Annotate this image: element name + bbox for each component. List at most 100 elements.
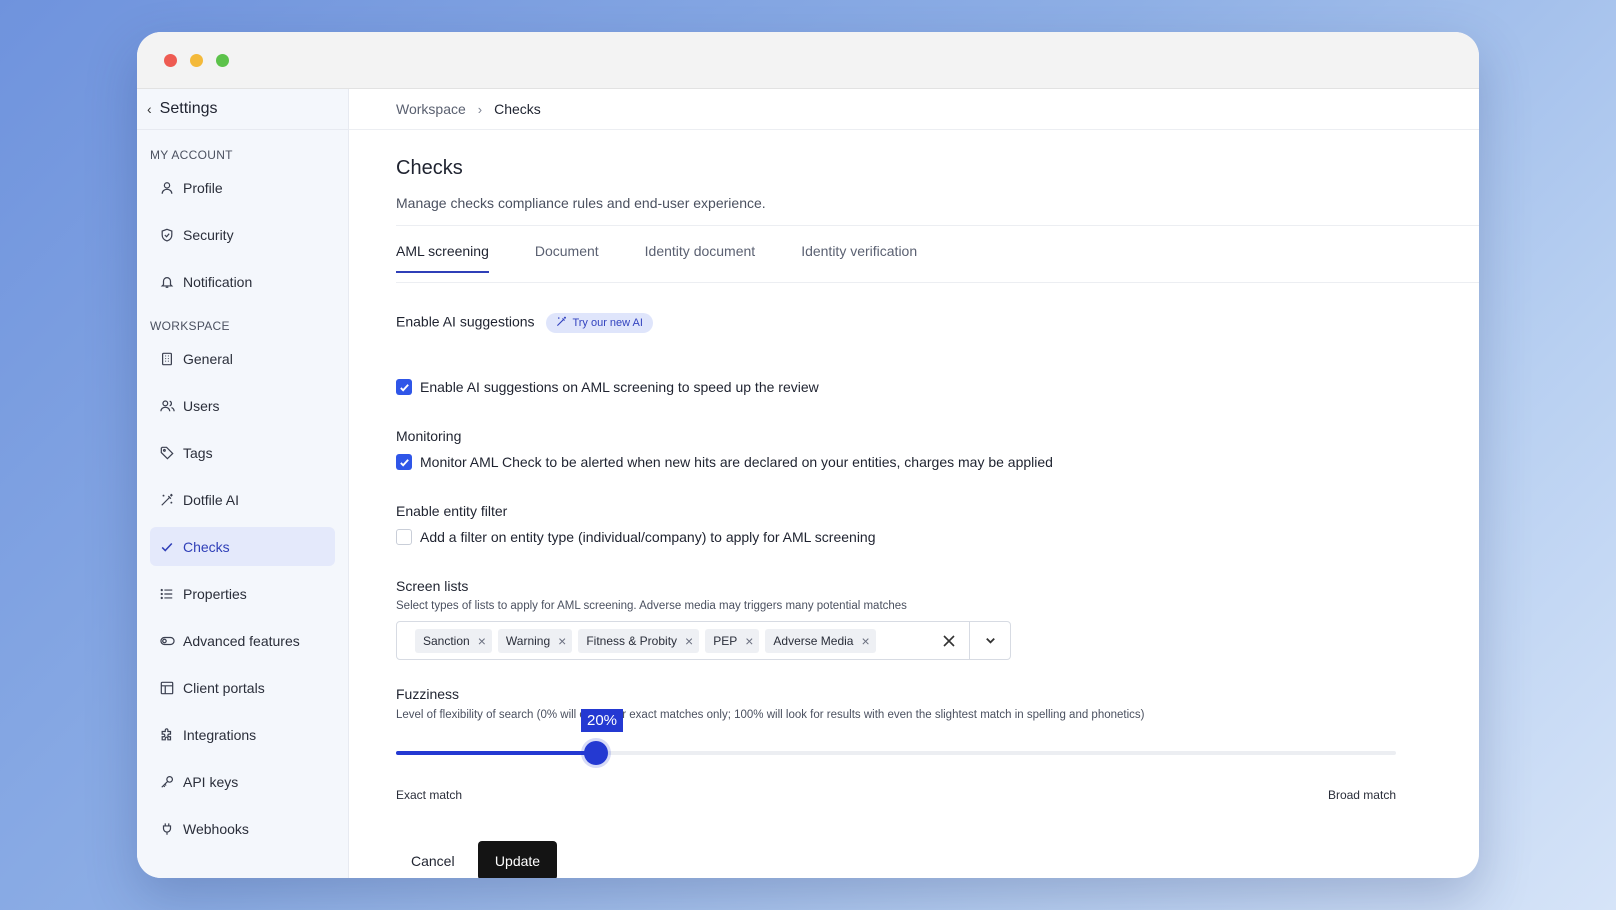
ai-suggestions-title: Enable AI suggestions	[396, 313, 535, 330]
sidebar-item-advanced-features[interactable]: Advanced features	[150, 621, 335, 660]
sidebar-item-tags[interactable]: Tags	[150, 433, 335, 472]
sidebar-item-label: Notification	[183, 273, 253, 290]
chip-pep: PEP ×	[705, 628, 760, 653]
app-window: ‹ Settings MY ACCOUNT Profile Security N…	[137, 32, 1479, 878]
ai-suggestions-heading: Enable AI suggestions Try our new AI	[396, 313, 653, 333]
sidebar-item-label: Security	[183, 226, 234, 243]
slider-min-label: Exact match	[396, 788, 463, 802]
ai-suggestions-checkbox[interactable]	[396, 379, 412, 395]
sidebar-item-dotfile-ai[interactable]: Dotfile AI	[150, 480, 335, 519]
magic-wand-icon	[159, 492, 175, 508]
chevron-left-icon: ‹	[147, 101, 152, 117]
sidebar-item-security[interactable]: Security	[150, 215, 335, 254]
maximize-window-button[interactable]	[216, 54, 229, 67]
tab-identity-verification[interactable]: Identity verification	[801, 243, 917, 273]
sidebar-item-api-keys[interactable]: API keys	[150, 762, 335, 801]
fuzziness-slider[interactable]: 20%	[396, 709, 1396, 769]
monitoring-checkbox[interactable]	[396, 454, 412, 470]
check-icon	[159, 539, 175, 555]
ai-suggestions-checkbox-row[interactable]: Enable AI suggestions on AML screening t…	[396, 379, 819, 395]
breadcrumb: Workspace › Checks	[349, 89, 1479, 130]
monitoring-checkbox-row[interactable]: Monitor AML Check to be alerted when new…	[396, 454, 1053, 470]
try-new-ai-badge[interactable]: Try our new AI	[546, 313, 653, 333]
bell-icon	[159, 274, 175, 290]
remove-icon[interactable]: ×	[861, 633, 869, 649]
section-my-account: MY ACCOUNT	[150, 148, 233, 162]
list-icon	[159, 586, 175, 602]
key-icon	[159, 774, 175, 790]
sidebar-item-users[interactable]: Users	[150, 386, 335, 425]
checkbox-label: Add a filter on entity type (individual/…	[420, 529, 876, 545]
page-subtitle: Manage checks compliance rules and end-u…	[396, 195, 766, 211]
sidebar-item-webhooks[interactable]: Webhooks	[150, 809, 335, 848]
chip-warning: Warning ×	[497, 628, 573, 653]
section-workspace: WORKSPACE	[150, 319, 230, 333]
slider-thumb[interactable]	[584, 741, 608, 765]
sidebar-item-label: Profile	[183, 179, 223, 196]
entity-filter-checkbox[interactable]	[396, 529, 412, 545]
settings-back-button[interactable]: ‹ Settings	[137, 89, 348, 130]
tab-identity-document[interactable]: Identity document	[645, 243, 756, 273]
slider-value-tooltip: 20%	[581, 709, 624, 732]
checkbox-label: Monitor AML Check to be alerted when new…	[420, 454, 1053, 470]
users-icon	[159, 398, 175, 414]
entity-filter-title: Enable entity filter	[396, 503, 508, 519]
remove-icon[interactable]: ×	[685, 633, 693, 649]
update-button[interactable]: Update	[478, 841, 557, 878]
sidebar-item-integrations[interactable]: Integrations	[150, 715, 335, 754]
chevron-down-icon[interactable]	[970, 622, 1010, 659]
remove-icon[interactable]: ×	[745, 633, 753, 649]
shield-icon	[159, 227, 175, 243]
chevron-right-icon: ›	[477, 101, 483, 117]
sidebar-item-label: Dotfile AI	[183, 491, 240, 508]
settings-title: Settings	[159, 100, 218, 117]
sidebar-item-checks[interactable]: Checks	[150, 527, 335, 566]
remove-icon[interactable]: ×	[478, 633, 486, 649]
toggle-icon	[159, 633, 175, 649]
chip-adverse-media: Adverse Media ×	[765, 628, 876, 653]
title-bar	[137, 32, 1479, 89]
screen-lists-hint: Select types of lists to apply for AML s…	[396, 600, 907, 612]
plug-icon	[159, 821, 175, 837]
chip-label: Warning	[505, 633, 551, 648]
remove-icon[interactable]: ×	[558, 633, 566, 649]
sidebar-item-profile[interactable]: Profile	[150, 168, 335, 207]
monitoring-title: Monitoring	[396, 428, 462, 444]
screen-lists-select[interactable]: Sanction × Warning × Fitness & Probity × PE…	[396, 621, 1011, 660]
selected-chips: Sanction × Warning × Fitness & Probity × PE…	[397, 628, 929, 653]
layout-icon	[159, 680, 175, 696]
chip-label: PEP	[713, 633, 738, 648]
magic-wand-icon	[556, 316, 567, 330]
chip-label: Fitness & Probity	[586, 633, 678, 648]
cancel-button[interactable]: Cancel	[396, 841, 470, 878]
tab-bar: AML screening Document Identity document…	[396, 243, 963, 273]
tab-aml-screening[interactable]: AML screening	[396, 243, 489, 273]
clear-all-icon[interactable]	[929, 622, 969, 659]
minimize-window-button[interactable]	[190, 54, 203, 67]
main-content: Workspace › Checks Checks Manage checks …	[349, 89, 1479, 878]
breadcrumb-current: Checks	[494, 101, 541, 117]
sidebar-item-label: General	[183, 350, 233, 367]
sidebar-item-label: Advanced features	[183, 632, 300, 649]
sidebar-item-label: Users	[183, 397, 220, 414]
puzzle-icon	[159, 727, 175, 743]
chip-fitness-probity: Fitness & Probity ×	[578, 628, 700, 653]
divider	[396, 282, 1479, 283]
chip-label: Sanction	[423, 633, 470, 648]
sidebar-item-general[interactable]: General	[150, 339, 335, 378]
tag-icon	[159, 445, 175, 461]
divider	[396, 225, 1479, 226]
sidebar-item-label: Webhooks	[183, 820, 249, 837]
close-window-button[interactable]	[164, 54, 177, 67]
page-title: Checks	[396, 157, 463, 179]
sidebar-item-label: Client portals	[183, 679, 265, 696]
screen-lists-title: Screen lists	[396, 578, 469, 594]
sidebar-item-properties[interactable]: Properties	[150, 574, 335, 613]
sidebar-item-client-portals[interactable]: Client portals	[150, 668, 335, 707]
tab-document[interactable]: Document	[535, 243, 599, 273]
breadcrumb-workspace-link[interactable]: Workspace	[396, 101, 466, 117]
sidebar-item-label: Checks	[183, 538, 230, 555]
fuzziness-hint: Level of flexibility of search (0% will …	[396, 709, 1145, 721]
sidebar-item-notification[interactable]: Notification	[150, 262, 335, 301]
entity-filter-checkbox-row[interactable]: Add a filter on entity type (individual/…	[396, 529, 876, 545]
